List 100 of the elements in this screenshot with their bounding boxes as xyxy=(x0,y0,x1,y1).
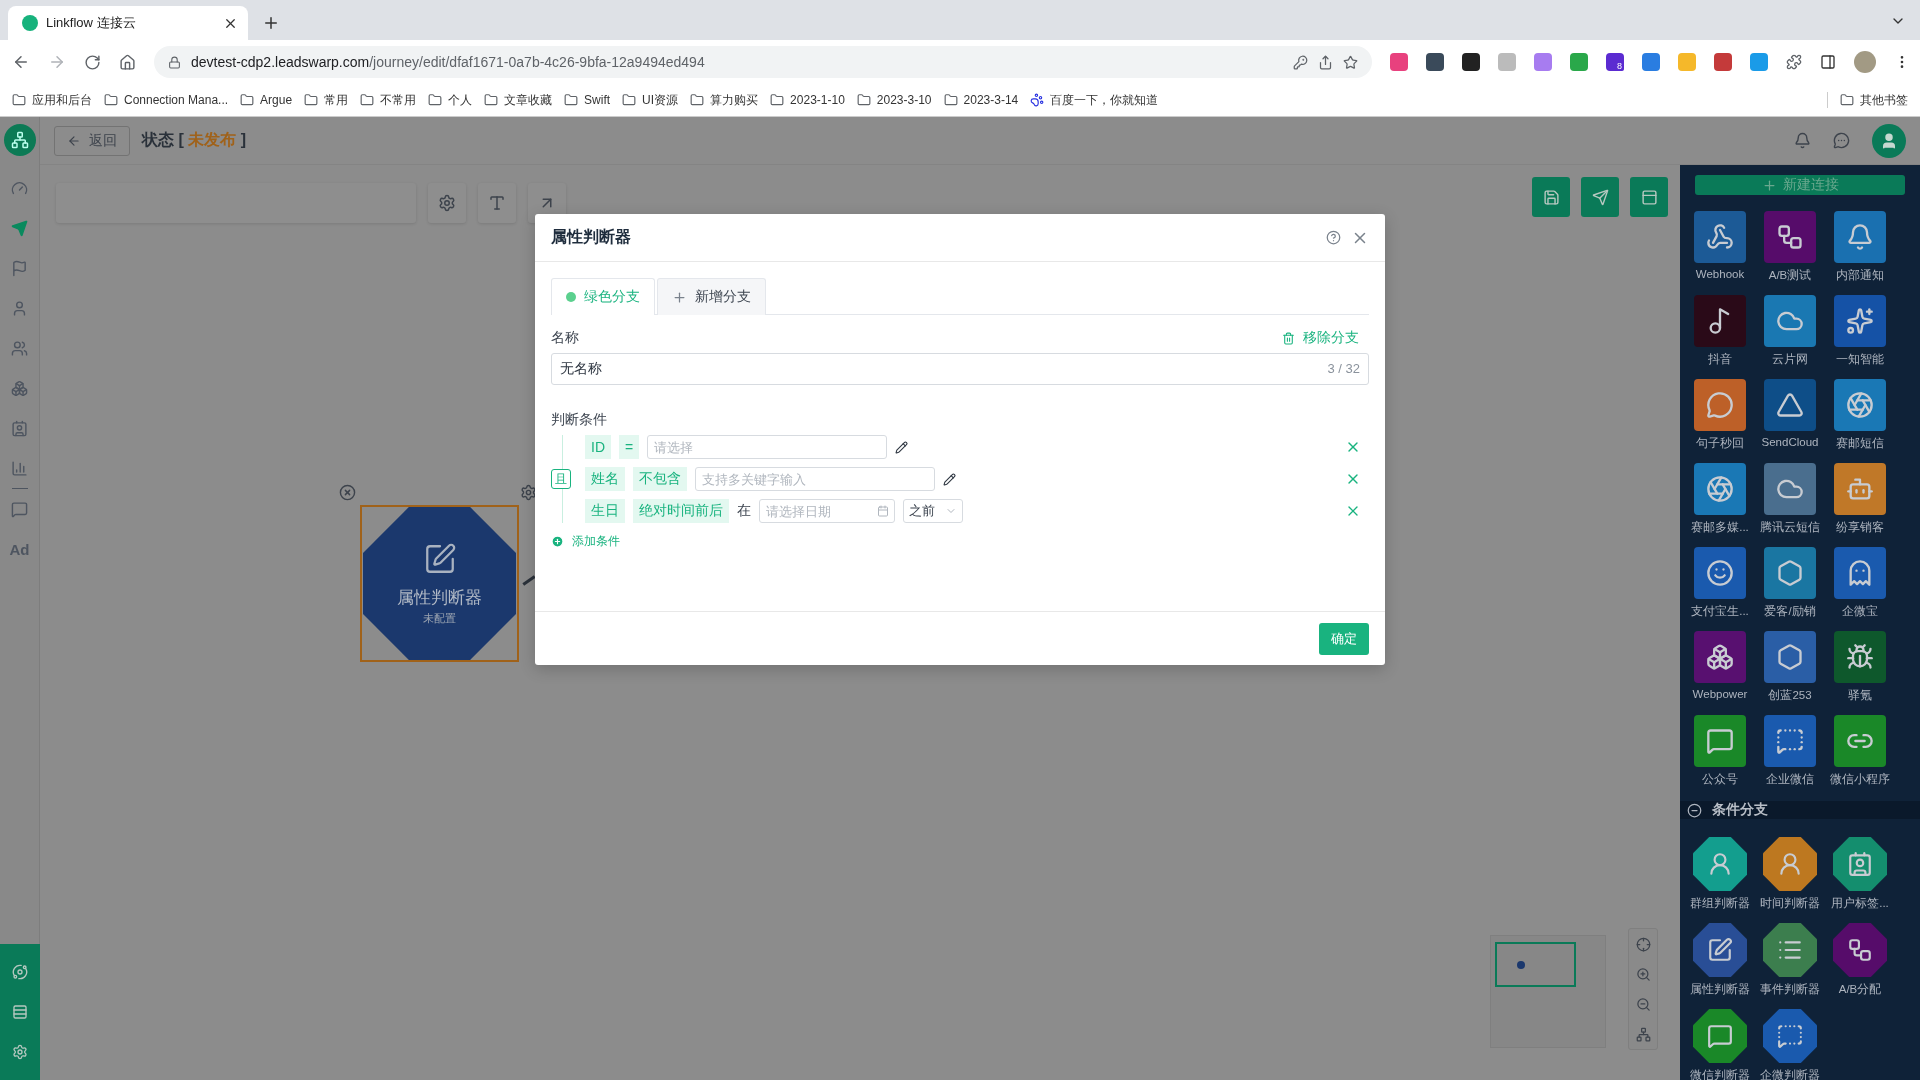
node-subtitle: 未配置 xyxy=(423,610,456,626)
connector-item[interactable]: 微信小程序 xyxy=(1825,711,1895,789)
home-button[interactable] xyxy=(119,53,136,71)
bookmark-item[interactable]: 2023-3-10 xyxy=(856,93,932,107)
new-tab-button[interactable] xyxy=(262,14,280,32)
bookmark-item[interactable]: Argue xyxy=(240,93,293,107)
extension-icon[interactable] xyxy=(1426,53,1444,71)
profile-avatar[interactable] xyxy=(1854,51,1876,73)
key-icon[interactable] xyxy=(1293,54,1308,70)
bookmark-item[interactable]: Swift xyxy=(564,93,611,107)
app-logo[interactable] xyxy=(3,124,36,156)
connector-item[interactable]: Webhook xyxy=(1685,207,1755,285)
bar-chart-icon xyxy=(11,459,28,477)
folder-icon xyxy=(304,93,319,107)
side-panel-icon[interactable] xyxy=(1820,54,1836,70)
save-icon xyxy=(1542,188,1560,206)
date-field[interactable]: 请选择日期 xyxy=(759,499,895,523)
back-button[interactable] xyxy=(12,53,30,71)
bookmark-item[interactable]: 2023-3-14 xyxy=(943,93,1019,107)
layout-icon xyxy=(1640,188,1658,206)
bookmark-item[interactable]: UI资源 xyxy=(622,91,679,109)
branch-tab[interactable]: 新增分支 xyxy=(657,278,766,315)
connector-item[interactable]: A/B测试 xyxy=(1755,207,1825,285)
connector-item[interactable]: 纷享销客 xyxy=(1825,459,1895,537)
connector-item[interactable]: Webpower xyxy=(1685,627,1755,705)
connector-item[interactable]: 支付宝生... xyxy=(1685,543,1755,621)
folder-icon xyxy=(856,93,871,107)
bookmark-item[interactable]: 个人 xyxy=(428,91,473,109)
bookmark-item[interactable]: 应用和后台 xyxy=(12,91,92,109)
folder-icon xyxy=(564,93,579,107)
connector-item[interactable]: 腾讯云短信 xyxy=(1755,459,1825,537)
bookmark-item[interactable]: Connection Mana... xyxy=(104,93,229,107)
status-text: 状态 [ 未发布 ] xyxy=(142,130,246,150)
share-icon[interactable] xyxy=(1318,54,1333,70)
layout-button[interactable] xyxy=(1630,177,1668,217)
address-bar[interactable]: devtest-cdp2.leadswarp.com/journey/edit/dfaf1671-0a7b-4c26-9bfa-12a9494ed494 xyxy=(154,46,1372,78)
connector-item[interactable]: 一知智能 xyxy=(1825,291,1895,369)
user-avatar[interactable] xyxy=(1872,123,1906,158)
bookmark-item[interactable]: 文章收藏 xyxy=(484,91,553,109)
connector-item[interactable]: 驿氪 xyxy=(1825,627,1895,705)
pencil-icon[interactable] xyxy=(895,440,909,454)
connector-item[interactable]: 内部通知 xyxy=(1825,207,1895,285)
direction-select[interactable]: 之前 xyxy=(903,499,963,523)
bookmark-item[interactable]: 不常用 xyxy=(360,91,417,109)
user-icon xyxy=(11,299,28,317)
branch-node-item[interactable]: 属性判断器 xyxy=(1685,919,1755,999)
chat-icon[interactable] xyxy=(1833,132,1850,149)
collapse-icon[interactable] xyxy=(1687,802,1702,818)
journey-node[interactable]: 属性判断器 未配置 xyxy=(363,507,516,660)
flag-icon xyxy=(11,259,28,277)
bookmark-item[interactable]: 算力购买 xyxy=(690,91,759,109)
connector-item[interactable]: 句子秒回 xyxy=(1685,375,1755,453)
bell-icon[interactable] xyxy=(1794,132,1811,149)
rows-icon[interactable] xyxy=(11,1004,28,1020)
bookmark-item[interactable]: 2023-1-10 xyxy=(770,93,845,107)
connector-item[interactable]: SendCloud xyxy=(1755,375,1825,453)
save-button[interactable] xyxy=(1532,177,1570,217)
help-icon[interactable] xyxy=(1326,230,1341,245)
orbit-icon[interactable] xyxy=(11,964,28,980)
connector-item[interactable]: 云片网 xyxy=(1755,291,1825,369)
bookmark-item[interactable]: 百度一下，你就知道 xyxy=(1030,91,1159,109)
branch-node-item[interactable]: 群组判断器 xyxy=(1685,833,1755,913)
branch-node-item[interactable]: 时间判断器 xyxy=(1755,833,1825,913)
connector-item[interactable]: 企微宝 xyxy=(1825,543,1895,621)
keyword-input-field[interactable]: 支持多关键字输入 xyxy=(695,467,935,491)
connector-item[interactable]: 赛邮多媒... xyxy=(1685,459,1755,537)
browser-tab[interactable]: Linkflow 连接云 xyxy=(8,6,248,40)
connector-item[interactable]: 创蓝253 xyxy=(1755,627,1825,705)
branch-node-item[interactable]: 用户标签... xyxy=(1825,833,1895,913)
connector-item[interactable]: 抖音 xyxy=(1685,291,1755,369)
branch-node-item[interactable]: 企微判断器 xyxy=(1755,1005,1825,1080)
extensions-icon[interactable] xyxy=(1786,54,1802,70)
boxes-icon xyxy=(11,379,28,397)
connector-item[interactable]: 赛邮短信 xyxy=(1825,375,1895,453)
bookmark-item[interactable]: 常用 xyxy=(304,91,349,109)
connector-item[interactable]: 爱客/励销 xyxy=(1755,543,1825,621)
branch-node-item[interactable]: 事件判断器 xyxy=(1755,919,1825,999)
publish-button[interactable] xyxy=(1581,177,1619,217)
section-title: 条件分支 xyxy=(1712,801,1768,819)
plus-icon xyxy=(672,289,687,305)
chat-icon xyxy=(11,500,28,518)
minimap-viewport[interactable] xyxy=(1495,942,1576,987)
branch-node-item[interactable]: 微信判断器 xyxy=(1685,1005,1755,1080)
settings-icon[interactable] xyxy=(520,484,537,501)
select-field[interactable]: 请选择 xyxy=(647,435,888,459)
folder-icon xyxy=(1840,93,1854,107)
reload-button[interactable] xyxy=(84,53,101,71)
bookmark-star-icon[interactable] xyxy=(1343,54,1358,70)
connector-item[interactable]: 企业微信 xyxy=(1755,711,1825,789)
settings-button[interactable] xyxy=(428,183,466,223)
branch-node-item[interactable]: A/B分配 xyxy=(1825,919,1895,999)
other-bookmarks[interactable]: 其他书签 xyxy=(1840,91,1908,109)
text-tool-button[interactable] xyxy=(478,183,516,223)
user-icon xyxy=(1880,131,1898,150)
pencil-icon[interactable] xyxy=(943,472,956,486)
users-icon xyxy=(11,339,28,357)
connector-item[interactable]: 公众号 xyxy=(1685,711,1755,789)
extension-icon[interactable] xyxy=(1462,53,1480,71)
forward-button[interactable] xyxy=(48,53,66,71)
extension-icon[interactable]: 8 xyxy=(1606,53,1624,71)
